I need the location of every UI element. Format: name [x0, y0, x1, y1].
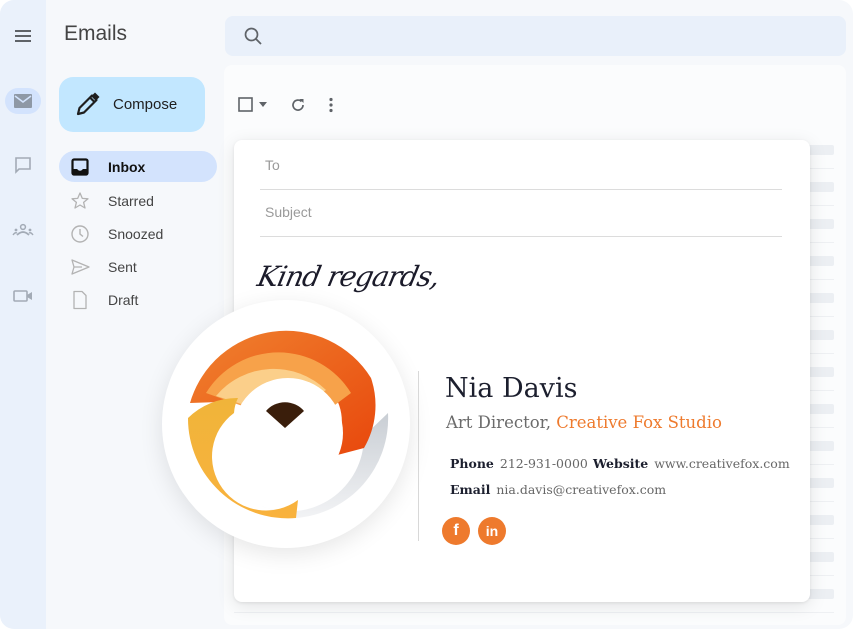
- nav-label: Starred: [108, 192, 154, 209]
- signature-role: Art Director,: [446, 413, 551, 432]
- phone-value[interactable]: 212-931-0000: [500, 456, 588, 471]
- nav-item-sent[interactable]: Sent: [59, 250, 217, 283]
- more-vert-icon: [329, 97, 333, 113]
- nav-item-snoozed[interactable]: Snoozed: [59, 217, 217, 250]
- website-label: Website: [593, 456, 649, 471]
- signature-website-line: Website www.creativefox.com: [593, 456, 790, 471]
- search-icon: [244, 27, 262, 45]
- draft-icon: [70, 290, 90, 310]
- subject-field[interactable]: Subject: [260, 187, 782, 237]
- signature-email-line: Email nia.davis@creativefox.com: [450, 482, 666, 497]
- signature-phone-line: Phone 212-931-0000: [450, 456, 588, 471]
- signature-divider: [418, 371, 419, 541]
- nav-label: Draft: [108, 291, 139, 308]
- phone-label: Phone: [450, 456, 494, 471]
- refresh-button[interactable]: [290, 95, 306, 115]
- app-rail: [0, 0, 46, 629]
- caret-down-icon: [259, 102, 267, 107]
- video-icon: [13, 290, 32, 302]
- nav-item-draft[interactable]: Draft: [59, 283, 217, 316]
- hamburger-icon: [15, 30, 31, 42]
- email-app: Emails Compose Inbox Starred Snoozed Sen…: [0, 0, 853, 629]
- nav-item-starred[interactable]: Starred: [59, 184, 217, 217]
- to-placeholder: To: [265, 156, 280, 173]
- compose-label: Compose: [113, 96, 178, 113]
- people-icon: [12, 223, 34, 236]
- signature-title: Art Director, Creative Fox Studio: [446, 413, 722, 432]
- mail-icon: [14, 94, 32, 108]
- nav-label: Inbox: [108, 158, 146, 175]
- rail-meet-button[interactable]: [5, 283, 41, 309]
- facebook-icon: f: [453, 522, 459, 539]
- star-icon: [70, 191, 90, 211]
- app-title: Emails: [64, 22, 128, 45]
- send-icon: [70, 257, 90, 277]
- fox-logo-icon: [187, 330, 389, 519]
- nav-item-inbox[interactable]: Inbox: [59, 151, 217, 182]
- nav-label: Sent: [108, 258, 137, 275]
- clock-icon: [70, 224, 90, 244]
- linkedin-button[interactable]: in: [478, 517, 506, 545]
- subject-placeholder: Subject: [265, 203, 312, 220]
- compose-button[interactable]: Compose: [59, 77, 205, 132]
- list-toolbar: [238, 95, 334, 115]
- search-bar[interactable]: [225, 16, 846, 56]
- signature-name: Nia Davis: [445, 373, 578, 404]
- select-all-checkbox[interactable]: [238, 95, 254, 115]
- more-options-button[interactable]: [328, 95, 334, 115]
- inbox-icon: [70, 157, 90, 177]
- select-dropdown-button[interactable]: [259, 95, 267, 115]
- to-field[interactable]: To: [260, 140, 782, 190]
- chat-icon: [15, 157, 31, 174]
- checkbox-icon: [238, 97, 253, 112]
- facebook-button[interactable]: f: [442, 517, 470, 545]
- folder-nav: Inbox Starred Snoozed Sent Draft: [59, 151, 217, 316]
- email-label: Email: [450, 482, 491, 497]
- pencil-icon: [76, 92, 100, 115]
- sign-off-text: Kind regards,: [254, 260, 443, 293]
- rail-spaces-button[interactable]: [5, 217, 41, 243]
- menu-button[interactable]: [12, 26, 34, 46]
- linkedin-icon: in: [485, 523, 499, 539]
- website-value[interactable]: www.creativefox.com: [654, 456, 789, 471]
- refresh-icon: [292, 99, 304, 111]
- email-value[interactable]: nia.davis@creativefox.com: [496, 482, 666, 497]
- rail-mail-button[interactable]: [5, 88, 41, 114]
- signature-company[interactable]: Creative Fox Studio: [556, 413, 722, 432]
- rail-chat-button[interactable]: [5, 152, 41, 178]
- nav-label: Snoozed: [108, 225, 164, 242]
